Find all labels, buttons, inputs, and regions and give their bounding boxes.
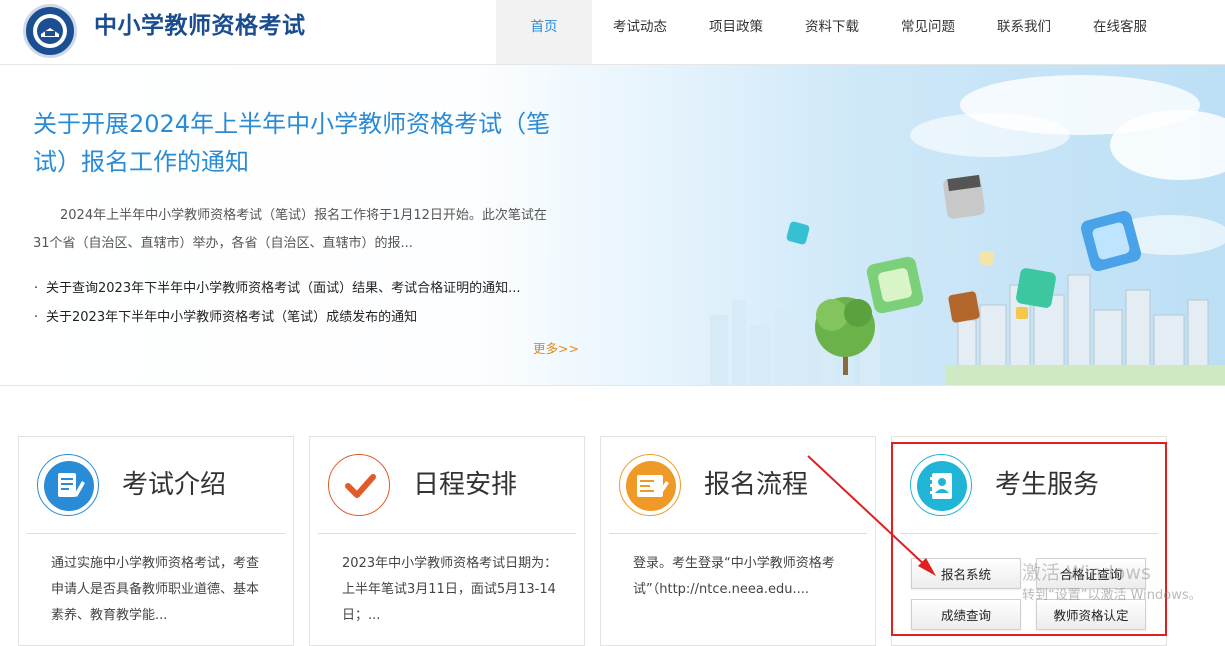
form-edit-icon: [626, 461, 676, 511]
score-query-button[interactable]: 成绩查询: [911, 599, 1021, 630]
card-icon-wrapper: [619, 454, 681, 516]
site-header: 中小学教师资格考试 首页 考试动态 项目政策 资料下载 常见问题 联系我们 在线…: [0, 0, 1225, 65]
card-exam-intro: 考试介绍 通过实施中小学教师资格考试，考查申请人是否具备教师职业道德、基本素养、…: [18, 436, 294, 646]
card-divider: [318, 533, 576, 534]
news-item-text: 关于2023年下半年中小学教师资格考试（笔试）成绩发布的通知: [46, 310, 418, 325]
card-title[interactable]: 考生服务: [995, 467, 1099, 503]
card-schedule: 日程安排 2023年中小学教师资格考试日期为：上半年笔试3月11日，面试5月13…: [309, 436, 585, 646]
card-title[interactable]: 报名流程: [704, 467, 808, 503]
bullet-icon: ·: [34, 281, 39, 296]
card-icon-wrapper: [328, 454, 390, 516]
nav-contact[interactable]: 联系我们: [976, 0, 1072, 64]
card-text: 通过实施中小学教师资格考试，考查申请人是否具备教师职业道德、基本素养、教育教学能…: [51, 556, 260, 623]
teacher-certification-button[interactable]: 教师资格认定: [1036, 599, 1146, 630]
main-nav: 首页 考试动态 项目政策 资料下载 常见问题 联系我们 在线客服: [496, 0, 1168, 64]
news-item[interactable]: · 关于2023年下半年中小学教师资格考试（笔试）成绩发布的通知: [34, 303, 564, 332]
nav-downloads[interactable]: 资料下载: [784, 0, 880, 64]
nav-faq[interactable]: 常见问题: [880, 0, 976, 64]
bullet-icon: ·: [34, 310, 39, 325]
windows-activation-watermark: 激活 Windows: [1022, 562, 1151, 584]
news-item[interactable]: · 关于查询2023年下半年中小学教师资格考试（面试）结果、考试合格证明的通知..…: [34, 274, 564, 303]
news-list: · 关于查询2023年下半年中小学教师资格考试（面试）结果、考试合格证明的通知..…: [34, 274, 564, 332]
hero-banner: 关于开展2024年上半年中小学教师资格考试（笔试）报名工作的通知 2024年上半…: [0, 65, 1225, 386]
card-title[interactable]: 日程安排: [413, 467, 517, 503]
card-icon-wrapper: [910, 454, 972, 516]
card-icon-wrapper: [37, 454, 99, 516]
banner-headline[interactable]: 关于开展2024年上半年中小学教师资格考试（笔试）报名工作的通知: [33, 105, 573, 181]
nav-policy[interactable]: 项目政策: [688, 0, 784, 64]
site-title[interactable]: 中小学教师资格考试: [94, 9, 306, 43]
card-divider: [609, 533, 867, 534]
card-text: 登录。考生登录“中小学教师资格考试”（http://ntce.neea.edu.…: [633, 556, 835, 597]
checkmark-icon: [335, 461, 385, 511]
registration-system-button[interactable]: 报名系统: [911, 558, 1021, 589]
card-title[interactable]: 考试介绍: [122, 467, 226, 503]
logo-emblem-icon: [33, 14, 67, 48]
nav-exam-news[interactable]: 考试动态: [592, 0, 688, 64]
card-divider: [27, 533, 285, 534]
contact-book-icon: [917, 461, 967, 511]
nav-home[interactable]: 首页: [496, 0, 592, 64]
document-pen-icon: [44, 461, 94, 511]
news-item-text: 关于查询2023年下半年中小学教师资格考试（面试）结果、考试合格证明的通知...: [46, 281, 521, 296]
banner-summary: 2024年上半年中小学教师资格考试（笔试）报名工作将于1月12日开始。此次笔试在…: [33, 208, 547, 251]
more-link[interactable]: 更多>>: [533, 338, 579, 357]
card-registration-process: 报名流程 登录。考生登录“中小学教师资格考试”（http://ntce.neea…: [600, 436, 876, 646]
windows-activation-hint: 转到“设置”以激活 Windows。: [1022, 588, 1202, 603]
card-divider: [900, 533, 1158, 534]
nav-online-service[interactable]: 在线客服: [1072, 0, 1168, 64]
city-cubes-illustration: [710, 75, 1225, 385]
card-text: 2023年中小学教师资格考试日期为：上半年笔试3月11日，面试5月13-14日；…: [342, 556, 558, 623]
site-logo[interactable]: [23, 4, 77, 58]
